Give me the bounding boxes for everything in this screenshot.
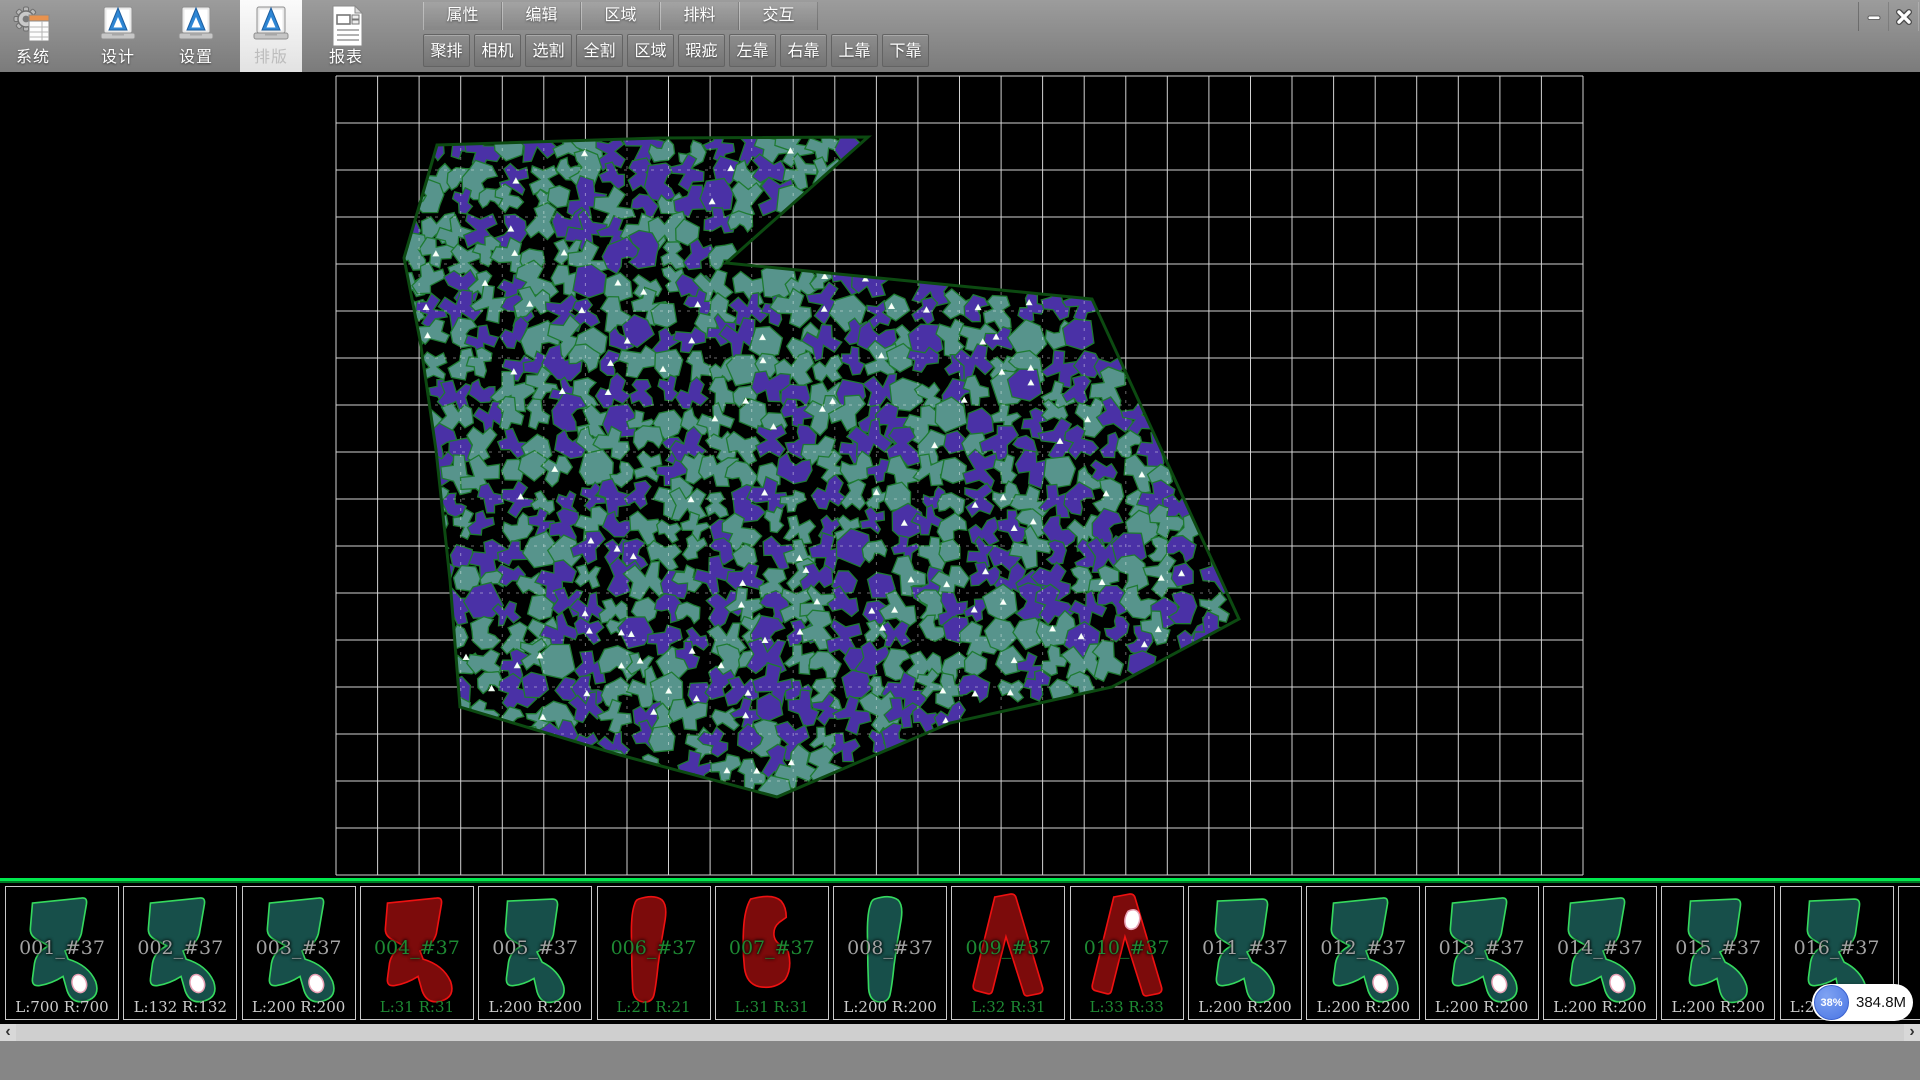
action-button-8[interactable]: 右靠 (780, 34, 827, 67)
close-icon (1895, 8, 1913, 26)
memory-value: 384.8M (1856, 984, 1906, 1021)
action-button-2[interactable]: 相机 (474, 34, 521, 67)
nesting-laptop-icon (251, 3, 291, 49)
thumbnail-cell[interactable]: 011_#37 L:200 R:200 (1188, 886, 1302, 1020)
piece-name: 007_#37 (716, 937, 828, 959)
design-laptop-icon (98, 3, 138, 49)
mode-button-1[interactable]: 系统 (2, 0, 64, 72)
piece-name: 001_#37 (6, 937, 118, 959)
minimize-icon (1865, 8, 1883, 26)
ribbon-bar: 系统设计设置排版报表 属性编辑区域排料交互 聚排相机选割全割区域瑕疵左靠右靠上靠… (0, 0, 1920, 72)
action-button-1[interactable]: 聚排 (423, 34, 470, 67)
mode-button-label: 排版 (240, 49, 302, 67)
piece-counts: L:21 R:21 (598, 998, 710, 1016)
piece-name: 002_#37 (124, 937, 236, 959)
menu-tab-5[interactable]: 交互 (739, 2, 818, 30)
minimize-button[interactable] (1858, 2, 1889, 31)
thumbnail-cell[interactable]: 008_#37 L:200 R:200 (833, 886, 947, 1020)
status-bar (0, 1041, 1920, 1080)
piece-name: 010_#37 (1071, 937, 1183, 959)
menu-tab-row: 属性编辑区域排料交互 (423, 2, 818, 30)
mode-button-label: 系统 (2, 49, 64, 67)
thumbnail-cell[interactable]: 002_#37 L:132 R:132 (123, 886, 237, 1020)
thumbnail-cell[interactable]: 005_#37 L:200 R:200 (478, 886, 592, 1020)
piece-name: 012_#37 (1307, 937, 1419, 959)
piece-counts: L:200 R:200 (479, 998, 591, 1016)
piece-counts: L:200 R:200 (1662, 998, 1774, 1016)
piece-counts: L:200 R:200 (1189, 998, 1301, 1016)
mode-button-label: 设计 (78, 49, 158, 67)
thumbnail-cell[interactable]: 006_#37 L:21 R:21 (597, 886, 711, 1020)
system-gear-icon (13, 3, 53, 49)
piece-counts: L:132 R:132 (124, 998, 236, 1016)
mode-button-4[interactable]: 排版 (240, 0, 302, 72)
piece-name: 015_#37 (1662, 937, 1774, 959)
piece-name: 014_#37 (1544, 937, 1656, 959)
action-button-7[interactable]: 左靠 (729, 34, 776, 67)
piece-name: 008_#37 (834, 937, 946, 959)
thumbnail-cell[interactable]: 009_#37 L:32 R:31 (951, 886, 1065, 1020)
piece-counts: L:200 R:200 (1307, 998, 1419, 1016)
percent-indicator: 38% (1814, 985, 1849, 1020)
piece-counts: L:200 R:200 (834, 998, 946, 1016)
memory-usage-badge[interactable]: 38% 384.8M (1812, 984, 1913, 1021)
thumbnail-cell[interactable]: 012_#37 L:200 R:200 (1306, 886, 1420, 1020)
piece-name: 009_#37 (952, 937, 1064, 959)
menu-tab-1[interactable]: 属性 (423, 2, 502, 30)
thumbnail-cell[interactable]: 014_#37 L:200 R:200 (1543, 886, 1657, 1020)
piece-counts: L:33 R:33 (1071, 998, 1183, 1016)
settings-laptop-icon (176, 3, 216, 49)
action-button-3[interactable]: 选割 (525, 34, 572, 67)
thumbnail-scrollbar[interactable]: ‹ › (0, 1024, 1920, 1041)
piece-name: 013_#37 (1426, 937, 1538, 959)
piece-counts: L:700 R:700 (6, 998, 118, 1016)
thumbnail-cell[interactable]: 015_#37 L:200 R:200 (1661, 886, 1775, 1020)
strip-top-separator (0, 878, 1920, 883)
mode-button-label: 设置 (156, 49, 236, 67)
piece-thumbnail-strip: 001_#37 L:700 R:700 002_#37 L:132 R:132 003_… (0, 878, 1920, 1024)
piece-name: 004_#37 (361, 937, 473, 959)
close-button[interactable] (1888, 2, 1919, 31)
piece-counts: L:32 R:31 (952, 998, 1064, 1016)
mode-button-2[interactable]: 设计 (78, 0, 158, 72)
thumbnail-cell[interactable]: 004_#37 L:31 R:31 (360, 886, 474, 1020)
piece-name: 016_#37 (1781, 937, 1893, 959)
piece-name: 011_#37 (1189, 937, 1301, 959)
mode-button-5[interactable]: 报表 (306, 0, 386, 72)
piece-counts: L:31 R:31 (716, 998, 828, 1016)
action-button-5[interactable]: 区域 (627, 34, 674, 67)
piece-counts: L:31 R:31 (361, 998, 473, 1016)
thumbnail-cell[interactable]: 003_#37 L:200 R:200 (242, 886, 356, 1020)
piece-name: 003_#37 (243, 937, 355, 959)
thumbnail-cell[interactable]: 013_#37 L:200 R:200 (1425, 886, 1539, 1020)
action-button-row: 聚排相机选割全割区域瑕疵左靠右靠上靠下靠 (423, 34, 929, 67)
action-button-4[interactable]: 全割 (576, 34, 623, 67)
application-window: 系统设计设置排版报表 属性编辑区域排料交互 聚排相机选割全割区域瑕疵左靠右靠上靠… (0, 0, 1920, 1080)
menu-tab-2[interactable]: 编辑 (502, 2, 581, 30)
piece-counts: L:200 R:200 (1544, 998, 1656, 1016)
thumbnail-cell[interactable]: 010_#37 L:33 R:33 (1070, 886, 1184, 1020)
piece-counts: L:200 R:200 (243, 998, 355, 1016)
menu-tab-4[interactable]: 排料 (660, 2, 739, 30)
scroll-right-arrow[interactable]: › (1904, 1024, 1920, 1041)
action-button-10[interactable]: 下靠 (882, 34, 929, 67)
mode-button-label: 报表 (306, 49, 386, 67)
report-doc-icon (326, 3, 366, 49)
thumbnail-cell[interactable]: 007_#37 L:31 R:31 (715, 886, 829, 1020)
piece-name: 005_#37 (479, 937, 591, 959)
percent-value: 38% (1820, 997, 1842, 1009)
thumbnail-cell[interactable]: 001_#37 L:700 R:700 (5, 886, 119, 1020)
action-button-9[interactable]: 上靠 (831, 34, 878, 67)
action-button-6[interactable]: 瑕疵 (678, 34, 725, 67)
menu-tab-3[interactable]: 区域 (581, 2, 660, 30)
piece-name: 006_#37 (598, 937, 710, 959)
piece-counts: L:200 R:200 (1426, 998, 1538, 1016)
scroll-left-arrow[interactable]: ‹ (0, 1024, 16, 1041)
mode-button-3[interactable]: 设置 (156, 0, 236, 72)
